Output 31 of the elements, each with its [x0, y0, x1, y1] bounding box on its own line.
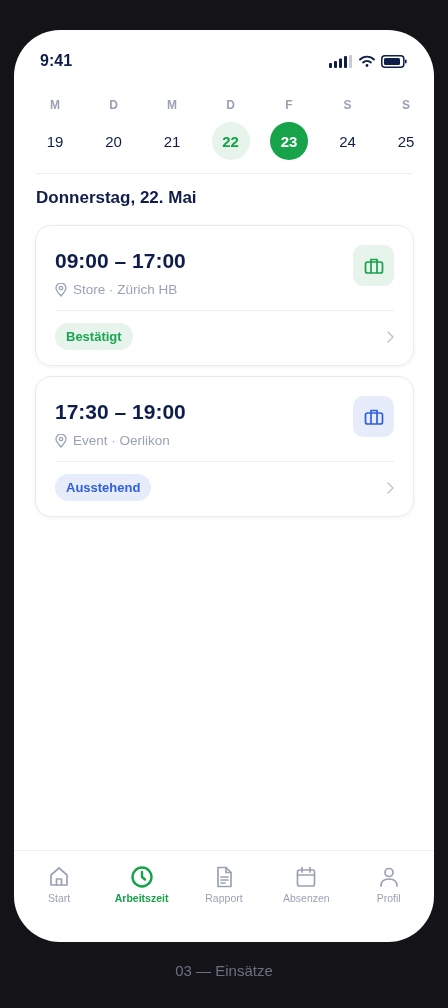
weekday-label: F	[285, 98, 293, 112]
weekday-label: M	[50, 98, 60, 112]
weekday-label: S	[343, 98, 352, 112]
weekday-label: D	[109, 98, 118, 112]
day-button[interactable]: 24	[328, 122, 367, 160]
shift-location: Event · Oerlikon	[73, 433, 170, 448]
shift-card[interactable]: 17:30 – 19:00 Event · Oerlikon Ausstehend	[35, 376, 414, 517]
clock-icon	[129, 865, 154, 889]
weekday-label: S	[402, 98, 410, 112]
location-pin-icon	[55, 433, 67, 448]
weekday-label: D	[226, 98, 235, 112]
chevron-right-icon	[387, 330, 394, 343]
shift-time: 09:00 – 17:00	[55, 249, 186, 273]
chevron-right-icon	[387, 481, 394, 494]
day-button[interactable]: 21	[153, 122, 191, 160]
shift-location: Store · Zürich HB	[73, 282, 178, 297]
screen-caption: 03 — Einsätze	[174, 962, 274, 979]
status-badge: Ausstehend	[55, 474, 152, 501]
shift-card[interactable]: 09:00 – 17:00 Store · Zürich HB Bestätigt	[35, 225, 414, 366]
day-button[interactable]: 19	[36, 122, 74, 160]
date-heading: Donnerstag, 22. Mai	[36, 188, 198, 208]
day-button[interactable]: 25	[387, 122, 425, 160]
day-button[interactable]: 20	[94, 122, 133, 160]
wifi-icon	[359, 55, 375, 67]
status-time: 9:41	[40, 52, 73, 70]
weekday-label: M	[167, 98, 177, 112]
battery-icon	[381, 54, 407, 68]
location-pin-icon	[55, 282, 67, 297]
shift-time: 17:30 – 19:00	[55, 400, 186, 424]
status-badge: Bestätigt	[55, 323, 133, 350]
signal-icon	[329, 54, 353, 68]
